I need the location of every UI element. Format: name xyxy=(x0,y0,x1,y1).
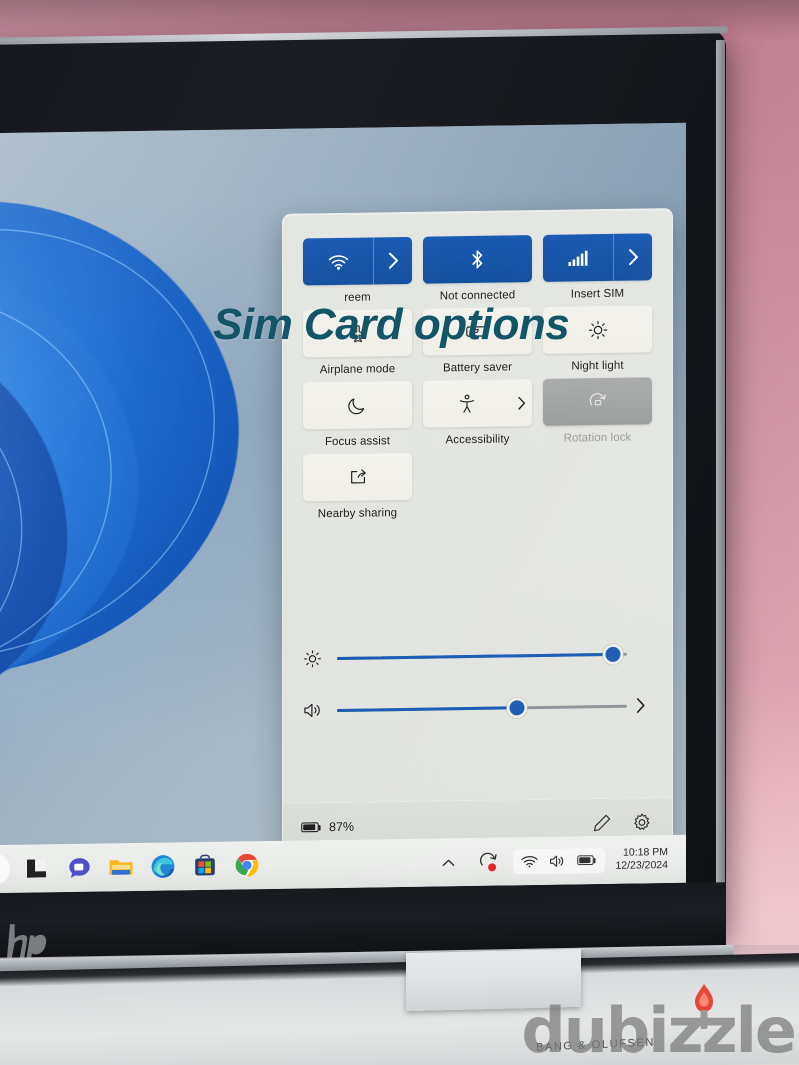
lid-right-edge xyxy=(716,39,725,941)
watermark-text: dubizzle xyxy=(521,994,797,1065)
screenshot-root: reem Not connect xyxy=(0,0,799,1065)
screen-glare xyxy=(0,122,686,894)
laptop-screen: reem Not connect xyxy=(0,122,686,894)
laptop: reem Not connect xyxy=(0,26,758,1015)
annotation-caption: Sim Card options xyxy=(213,300,570,349)
flame-icon xyxy=(695,984,714,1029)
dubizzle-watermark: dubizzle xyxy=(521,984,797,1065)
